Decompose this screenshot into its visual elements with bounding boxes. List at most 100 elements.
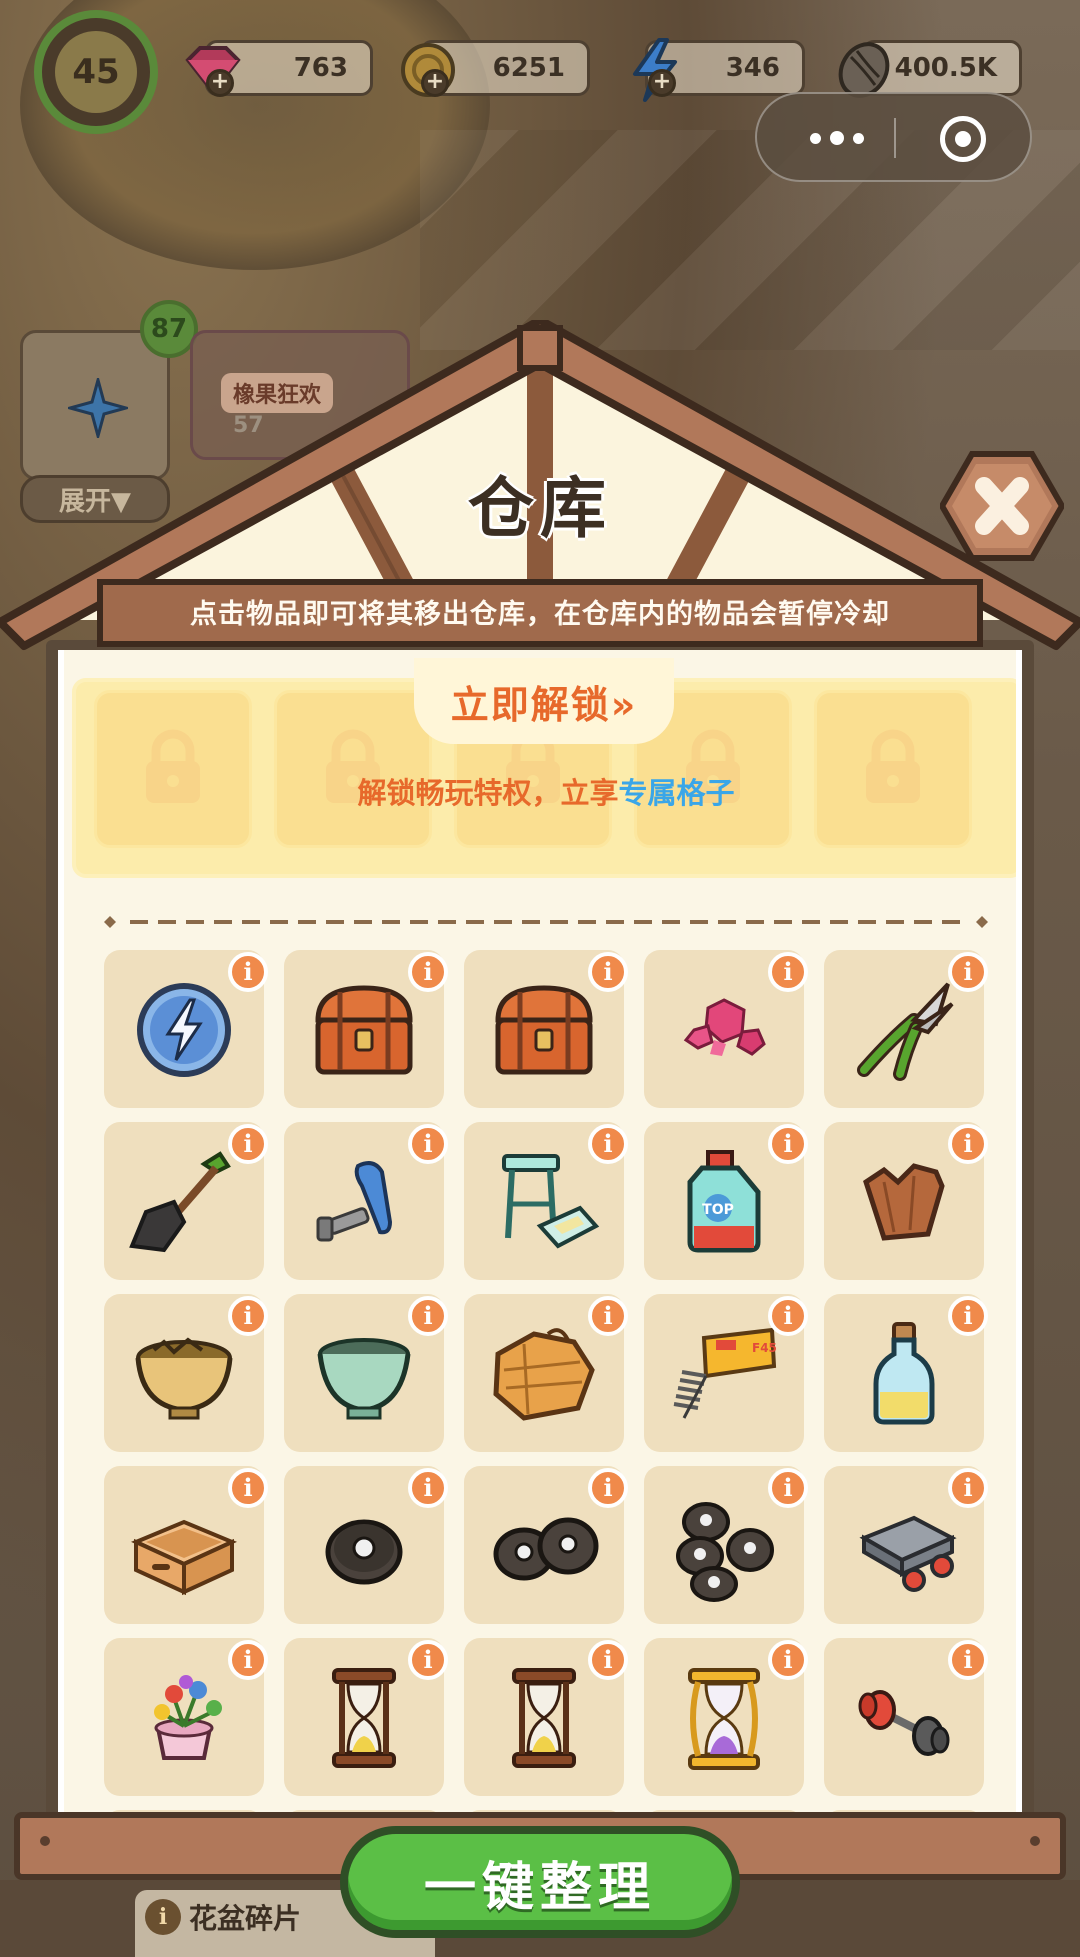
item-info-icon[interactable]: i	[588, 1640, 628, 1680]
item-info-icon[interactable]: i	[408, 1640, 448, 1680]
item-info-icon[interactable]: i	[408, 1468, 448, 1508]
wooden-crate-icon	[131, 1519, 237, 1596]
coin-icon: +	[393, 35, 463, 105]
player-level: 45	[55, 31, 137, 113]
close-miniprogram-icon[interactable]	[940, 116, 986, 162]
more-options-icon[interactable]	[797, 116, 877, 160]
gem-count: 763	[293, 53, 348, 83]
item-info-icon[interactable]: i	[768, 1124, 808, 1164]
warehouse-item-slot[interactable]: i	[464, 1466, 628, 1624]
detergent-bottle-icon: TOP	[687, 1150, 761, 1253]
cart-base-icon	[859, 1515, 957, 1592]
warehouse-item-slot[interactable]: i	[644, 950, 808, 1108]
warehouse-item-slot[interactable]: i	[104, 1122, 268, 1280]
svg-text:TOP: TOP	[702, 1202, 734, 1218]
shovel-icon	[129, 1151, 231, 1253]
seed-counter[interactable]: 400.5K	[838, 40, 1022, 98]
item-info-icon[interactable]: i	[228, 952, 268, 992]
item-info-icon[interactable]: i	[768, 952, 808, 992]
gem-counter[interactable]: + 763	[185, 40, 373, 97]
warehouse-item-slot[interactable]: i	[824, 1294, 988, 1452]
unlock-description: 解锁畅玩特权，立享专属格子	[64, 770, 1016, 812]
energy-icon: +	[620, 35, 690, 105]
warehouse-item-slot[interactable]: i	[104, 1466, 268, 1624]
warehouse-item-slot[interactable]: i	[284, 950, 448, 1108]
unlock-desc-text: 解锁畅玩特权，立享	[357, 776, 619, 810]
item-info-icon[interactable]: i	[408, 952, 448, 992]
item-info-icon[interactable]: i	[228, 1296, 268, 1336]
item-info-icon[interactable]: i	[948, 952, 988, 992]
warehouse-item-slot[interactable]: i	[104, 1294, 268, 1452]
hint-title-text: 花盆碎片	[189, 1902, 302, 1935]
item-info-icon[interactable]: i	[588, 952, 628, 992]
hint-title: i 花盆碎片	[145, 1897, 301, 1937]
auto-sort-button[interactable]: 一键整理	[340, 1826, 740, 1938]
item-info-icon[interactable]: i	[408, 1296, 448, 1336]
capsule-divider	[894, 118, 896, 158]
item-info-icon[interactable]: i	[588, 1124, 628, 1164]
staples-box-icon: F45	[673, 1327, 777, 1419]
warehouse-item-slot[interactable]: i	[644, 1466, 808, 1624]
item-info-icon[interactable]: i	[768, 1296, 808, 1336]
treasure-chest-icon	[495, 985, 593, 1075]
svg-text:F45: F45	[752, 1341, 777, 1355]
flower-pot-plant-icon	[154, 1675, 222, 1760]
green-flowerpot-icon	[317, 1338, 411, 1420]
item-info-icon[interactable]: i	[408, 1124, 448, 1164]
close-button[interactable]	[940, 450, 1064, 562]
item-info-icon[interactable]: i	[948, 1468, 988, 1508]
energy-orb-icon	[137, 983, 231, 1077]
energy-counter[interactable]: + 346	[633, 38, 805, 102]
warehouse-panel: 立即解锁» 解锁畅玩特权，立享专属格子 i i i i i i i i TOP i i i i i F45 i…	[58, 650, 1022, 1840]
warehouse-item-slot[interactable]: i	[284, 1466, 448, 1624]
four-wheels-icon	[676, 1502, 774, 1602]
warehouse-item-slot[interactable]: i	[104, 1638, 268, 1796]
player-level-badge[interactable]: 45	[34, 10, 158, 134]
gem-icon: +	[178, 35, 248, 105]
item-info-icon[interactable]: i	[948, 1296, 988, 1336]
add-coins-icon[interactable]: +	[421, 69, 449, 97]
energy-count: 346	[725, 53, 780, 83]
item-info-icon[interactable]: i	[228, 1468, 268, 1508]
item-info-icon[interactable]: i	[228, 1640, 268, 1680]
stool-tray-icon	[502, 1154, 600, 1249]
add-gems-icon[interactable]: +	[206, 69, 234, 97]
broken-bowl-icon	[135, 1337, 233, 1420]
warehouse-item-slot[interactable]: i	[284, 1294, 448, 1452]
burlap-sacks-icon	[493, 1328, 595, 1421]
warehouse-item-slot[interactable]: i	[464, 1638, 628, 1796]
screw-bolt-icon	[316, 1161, 393, 1242]
warehouse-item-slot[interactable]: TOP i	[644, 1122, 808, 1280]
warehouse-item-slot[interactable]: i	[824, 1638, 988, 1796]
item-info-icon[interactable]: i	[948, 1124, 988, 1164]
warehouse-item-slot[interactable]: i	[824, 1466, 988, 1624]
single-wheel-icon	[325, 1519, 403, 1585]
item-info-icon[interactable]: i	[768, 1468, 808, 1508]
warehouse-item-slot[interactable]: i	[464, 950, 628, 1108]
broken-pot-shard-icon	[863, 1163, 945, 1241]
treasure-chest-icon	[315, 985, 413, 1075]
item-info-icon[interactable]: i	[948, 1640, 988, 1680]
warehouse-item-slot[interactable]: F45 i	[644, 1294, 808, 1452]
two-wheels-icon	[493, 1517, 599, 1581]
coin-count: 6251	[492, 53, 565, 83]
warehouse-item-slot[interactable]: i	[104, 950, 268, 1108]
add-energy-icon[interactable]: +	[648, 69, 676, 97]
pruning-shears-icon	[857, 982, 954, 1081]
unlock-desc-highlight: 专属格子	[618, 776, 735, 810]
mini-program-capsule	[755, 92, 1032, 182]
item-info-icon[interactable]: i	[768, 1640, 808, 1680]
warehouse-item-slot[interactable]: i	[464, 1294, 628, 1452]
warehouse-item-slot[interactable]: i	[464, 1122, 628, 1280]
warehouse-item-slot[interactable]: i	[284, 1122, 448, 1280]
item-info-icon[interactable]: i	[228, 1124, 268, 1164]
warehouse-item-slot[interactable]: i	[824, 1122, 988, 1280]
warehouse-item-slot[interactable]: i	[824, 950, 988, 1108]
warehouse-item-slot[interactable]: i	[284, 1638, 448, 1796]
info-icon: i	[145, 1899, 181, 1935]
warehouse-item-slot[interactable]: i	[644, 1638, 808, 1796]
item-info-icon[interactable]: i	[588, 1468, 628, 1508]
item-info-icon[interactable]: i	[588, 1296, 628, 1336]
pink-gems-icon	[683, 998, 766, 1056]
coin-counter[interactable]: + 6251	[401, 40, 590, 97]
